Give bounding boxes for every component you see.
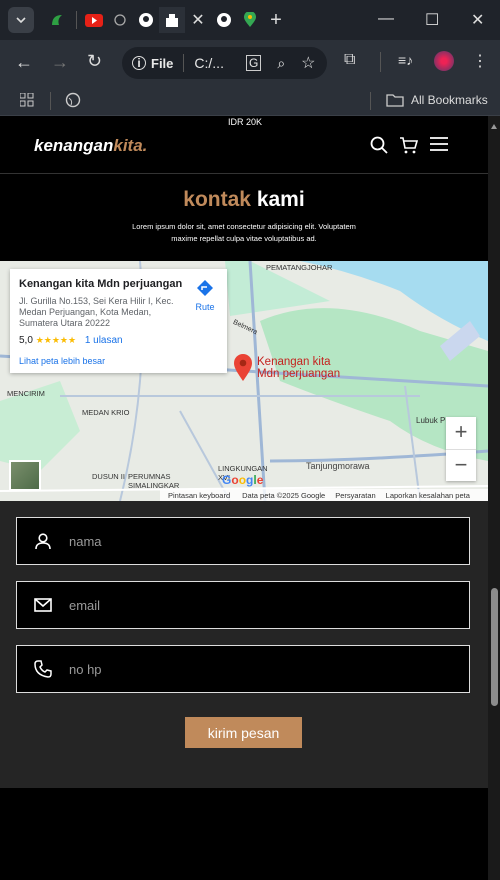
report-error-link[interactable]: Laporkan kesalahan peta [386,491,470,500]
media-icon[interactable]: ≡♪ [398,52,413,68]
profile-avatar[interactable] [434,51,454,71]
maps-tab-icon[interactable] [237,7,263,33]
zoom-in-icon[interactable]: + [446,417,476,449]
send-message-button[interactable]: kirim pesan [185,717,302,748]
map-footer: Pintasan keyboard Data peta ©2025 Google… [160,489,488,501]
reviews-link[interactable]: 1 ulasan [85,335,123,346]
cart-icon[interactable] [399,136,419,159]
reload-icon[interactable]: ↻ [87,51,102,72]
map-label-medan-krio: MEDAN KRIO [82,408,130,417]
tab-favicon-green-icon[interactable] [44,7,70,33]
rating-stars-icon: ★★★★★ [35,335,77,345]
map-pin-icon[interactable] [233,354,253,387]
address-bar[interactable]: i File C:/... G ⌕ ☆ [122,47,327,79]
contact-form: nama email no hp kirim pesan [0,501,488,788]
map-label-tanjungmorawa: Tanjungmorawa [306,461,370,471]
keyboard-shortcuts-link[interactable]: Pintasan keyboard [168,491,230,500]
site-header: kenangankita. [0,116,488,174]
info-icon[interactable]: i [132,56,146,70]
globe-icon[interactable] [65,92,81,113]
map-data-text: Data peta ©2025 Google [242,490,326,500]
menu-kebab-icon[interactable]: ⋮ [472,51,488,71]
bookmark-star-icon[interactable]: ☆ [301,53,315,73]
zoom-icon[interactable]: ⌕ [277,55,285,72]
browser-toolbar: ← → ↻ i File C:/... G ⌕ ☆ ⧉ ≡♪ ⋮ [0,40,500,86]
ai-tab-icon[interactable] [107,7,133,33]
github-tab-icon-2[interactable] [211,7,237,33]
extensions-icon[interactable]: ⧉ [344,51,355,69]
map-label-mencirim: MENCIRIM [7,389,45,398]
scroll-up-arrow-icon[interactable] [491,124,497,129]
map-label-pematangjohar: PEMATANGJOHAR [266,263,333,272]
back-icon[interactable]: ← [15,52,33,73]
url-text: C:/... [194,55,224,71]
bigger-map-link[interactable]: Lihat peta lebih besar [19,356,105,366]
all-bookmarks-label[interactable]: All Bookmarks [411,93,488,107]
name-input[interactable]: nama [69,534,102,549]
maximize-icon[interactable]: ☐ [425,10,439,30]
tab-active-favicon-icon[interactable] [159,7,185,33]
page-scrollbar[interactable] [488,116,500,880]
minimize-icon[interactable]: — [378,10,394,28]
file-label: File [151,55,174,71]
site-logo[interactable]: kenangankita. [34,136,147,156]
scroll-thumb[interactable] [491,588,498,706]
terms-link[interactable]: Persyaratan [335,491,375,500]
close-window-icon[interactable]: ✕ [471,10,484,30]
browser-tab-strip: ✕ + — ☐ ✕ [0,0,500,40]
email-input[interactable]: email [69,598,100,613]
zoom-controls: + − [446,417,476,481]
youtube-tab-icon[interactable] [81,7,107,33]
map-label-lubuk: Lubuk P [416,416,446,425]
user-icon [17,532,69,550]
place-info-card: Kenangan kita Mdn perjuangan Jl. Gurilla… [10,269,227,373]
folder-icon[interactable] [386,92,404,112]
google-logo: Google [222,473,264,487]
web-page: IDR 20K kenangankita. kontak kami Lorem … [0,116,488,880]
route-button[interactable]: Rute [190,279,220,312]
translate-icon[interactable]: G [245,55,262,71]
apps-grid-icon[interactable] [19,92,34,112]
phone-field[interactable]: no hp [16,645,470,693]
google-map[interactable]: PEMATANGJOHAR MENCIRIM MEDAN KRIO DUSUN … [0,261,488,501]
email-field[interactable]: email [16,581,470,629]
page-title: kontak kami [183,188,305,211]
new-tab-plus-icon[interactable]: + [263,7,289,33]
close-tab-icon[interactable]: ✕ [185,7,211,33]
forward-icon[interactable]: → [51,52,69,73]
map-pin-label: Kenangan kita Mdn perjuangan [257,356,341,380]
hero-description: Lorem ipsum dolor sit, amet consectetur … [132,222,356,243]
directions-icon [197,280,213,296]
contact-hero: kontak kami Lorem ipsum dolor sit, amet … [0,174,488,262]
phone-input[interactable]: no hp [69,662,102,677]
tab-search-icon[interactable] [8,7,34,33]
github-tab-icon[interactable] [133,7,159,33]
bookmarks-bar: All Bookmarks [0,86,500,116]
map-label-dusun-ii: DUSUN II [92,472,125,481]
phone-icon [17,660,69,678]
name-field[interactable]: nama [16,517,470,565]
place-address: Jl. Gurilla No.153, Sei Kera Hilir I, Ke… [19,296,174,328]
hamburger-menu-icon[interactable] [430,137,448,156]
place-name: Kenangan kita Mdn perjuangan [19,278,183,290]
satellite-toggle[interactable] [9,460,41,491]
place-rating: 5,0 ★★★★★ 1 ulasan [19,335,123,346]
map-label-perumnas: PERUMNAS SIMALINGKAR [128,472,180,490]
zoom-out-icon[interactable]: − [446,449,476,481]
search-icon[interactable] [370,136,388,159]
mail-icon [17,598,69,612]
